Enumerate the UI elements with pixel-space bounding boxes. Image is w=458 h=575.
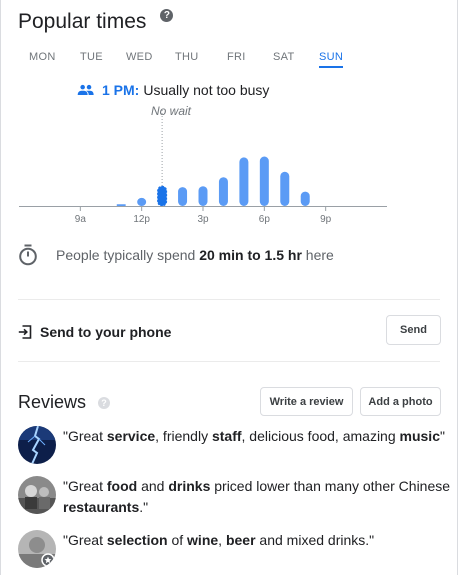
send-button[interactable]: Send [386, 315, 441, 345]
review-text-part: " [439, 428, 445, 444]
review-text-part: and [137, 478, 169, 494]
chart-bar[interactable] [198, 186, 208, 206]
avatar-photo-image [18, 476, 56, 514]
review-text-part: and mixed drinks." [255, 532, 375, 548]
review-text-part: , friendly [155, 428, 212, 444]
review-snippet[interactable]: "Great food and drinks priced lower than… [18, 476, 450, 518]
day-tabs: MON TUE WED THU FRI SAT SUN [19, 51, 354, 71]
timer-icon [19, 244, 37, 266]
review-snippet[interactable]: "Great selection of wine, beer and mixed… [18, 530, 374, 568]
tab-sun[interactable]: SUN [319, 51, 344, 68]
review-text-part: "Great [63, 478, 107, 494]
popular-times-chart: 9a 12p 3p 6p 9p [19, 110, 387, 225]
review-text-part: of [167, 532, 188, 548]
tab-tue[interactable]: TUE [80, 51, 103, 63]
review-keyword: drinks [168, 478, 211, 494]
review-text-part: "Great [63, 532, 107, 548]
visit-duration-prefix: People typically spend [56, 247, 196, 263]
tab-fri[interactable]: FRI [227, 51, 246, 63]
review-text-part: priced lower than many other Chinese [210, 478, 451, 494]
tab-sat[interactable]: SAT [273, 51, 294, 63]
chart-tick-label: 12p [133, 214, 150, 225]
tab-thu[interactable]: THU [175, 51, 199, 63]
chart-tick-label: 6p [259, 214, 271, 225]
review-keyword: restaurants [63, 499, 140, 515]
review-keyword: beer [225, 532, 256, 548]
chart-tick-label: 3p [197, 214, 209, 225]
avatar-photo-image [18, 530, 56, 568]
reviewer-avatar[interactable] [18, 426, 56, 464]
chart-bar[interactable] [116, 204, 126, 206]
chart-bar[interactable] [300, 191, 310, 206]
current-busyness: 1 PM: Usually not too busy [77, 82, 269, 98]
send-to-phone-row[interactable]: Send to your phone [18, 324, 171, 340]
reviewer-avatar[interactable] [18, 530, 56, 568]
review-text-part: , delicious food, amazing [241, 428, 400, 444]
send-to-phone-label: Send to your phone [40, 324, 172, 340]
current-time-label: 1 PM: [102, 82, 140, 98]
tab-mon[interactable]: MON [29, 51, 56, 63]
review-keyword: music [399, 428, 440, 444]
visit-duration-value: 20 min to 1.5 hr [199, 247, 302, 263]
people-icon [77, 84, 94, 95]
help-circle-icon[interactable]: ? [98, 396, 111, 409]
chart-tick-label: 9p [320, 214, 332, 225]
visit-duration-text: People typically spend 20 min to 1.5 hr … [56, 247, 334, 263]
tab-wed[interactable]: WED [126, 51, 153, 63]
reviews-title: Reviews [18, 392, 87, 412]
review-text: "Great selection of wine, beer and mixed… [63, 530, 374, 551]
avatar-lightning-image [18, 426, 56, 464]
chart-bar[interactable] [280, 171, 290, 206]
chart-tick-label: 9a [75, 214, 87, 225]
review-keyword: staff [211, 428, 242, 444]
popular-times-header: Popular times ? [18, 8, 174, 34]
review-keyword: selection [106, 532, 168, 548]
review-snippet[interactable]: "Great service, friendly staff, deliciou… [18, 426, 445, 464]
chart-bar-current[interactable] [157, 185, 168, 207]
send-to-phone-icon [18, 325, 32, 339]
review-text-part: ." [139, 499, 149, 515]
reviewer-avatar[interactable] [18, 476, 56, 514]
review-text: "Great food and drinks priced lower than… [63, 476, 450, 518]
review-keyword: wine [187, 532, 219, 548]
divider [18, 299, 440, 300]
review-text-part: "Great [63, 428, 107, 444]
chart-bar[interactable] [178, 187, 188, 206]
reviews-header: Reviews ? [18, 392, 111, 413]
visit-duration-row: People typically spend 20 min to 1.5 hr … [18, 244, 334, 266]
current-status-text: Usually not too busy [143, 82, 270, 98]
help-circle-icon[interactable]: ? [160, 8, 174, 22]
popular-times-title: Popular times [18, 10, 147, 33]
review-text: "Great service, friendly staff, deliciou… [63, 426, 445, 447]
write-review-button[interactable]: Write a review [260, 387, 353, 416]
review-keyword: food [106, 478, 138, 494]
review-text-part: , [218, 532, 226, 548]
add-photo-button[interactable]: Add a photo [360, 387, 441, 416]
chart-bar[interactable] [218, 177, 228, 206]
review-keyword: service [106, 428, 156, 444]
chart-bar[interactable] [259, 156, 269, 207]
chart-bar[interactable] [137, 197, 147, 206]
divider [18, 361, 440, 362]
place-panel: Popular times ? MON TUE WED THU FRI SAT … [0, 0, 458, 575]
chart-bar[interactable] [239, 157, 249, 206]
visit-duration-suffix: here [305, 247, 334, 263]
